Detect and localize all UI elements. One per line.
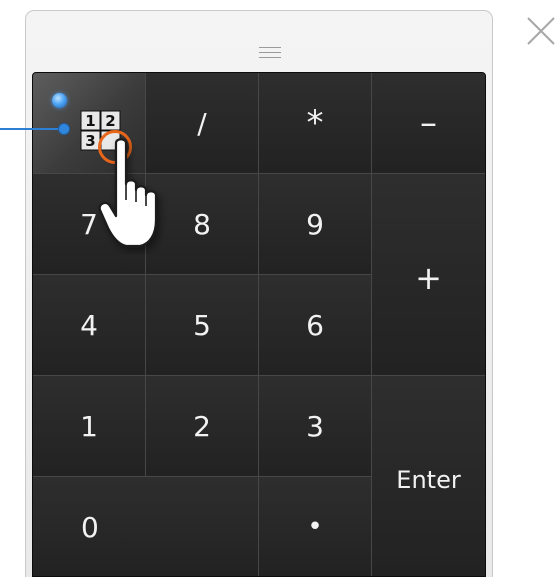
nine-key[interactable]: 9 (259, 174, 372, 275)
numlock-indicator-light (52, 93, 67, 108)
divide-key-label: / (197, 106, 207, 140)
five-key-label: 5 (193, 308, 211, 342)
nine-key-label: 9 (306, 207, 324, 241)
hand-pointer-icon (98, 138, 158, 248)
six-key[interactable]: 6 (259, 275, 372, 376)
five-key[interactable]: 5 (146, 275, 259, 376)
close-icon[interactable] (524, 14, 558, 48)
decimal-key-label: • (307, 512, 323, 542)
numlock-icon-digit-1: 1 (85, 112, 95, 130)
one-key-label: 1 (80, 409, 98, 443)
eight-key-label: 8 (193, 207, 211, 241)
plus-key[interactable]: + (372, 174, 485, 376)
numlock-icon-digit-3: 3 (85, 132, 95, 150)
decimal-key[interactable]: • (259, 477, 372, 576)
callout-dot (58, 123, 70, 135)
minus-key-label: – (420, 103, 437, 143)
one-key[interactable]: 1 (33, 376, 146, 477)
three-key-label: 3 (306, 409, 324, 443)
numlock-icon-digit-2: 2 (105, 112, 115, 130)
zero-key-label: 0 (81, 510, 99, 544)
four-key[interactable]: 4 (33, 275, 146, 376)
two-key-label: 2 (193, 409, 211, 443)
enter-key-label: Enter (396, 466, 461, 494)
drag-grip-icon[interactable] (259, 47, 281, 58)
six-key-label: 6 (306, 308, 324, 342)
numeric-keypad-stage: / * – 7 8 9 + 4 5 6 1 2 3 Enter 0 • 1 2 … (0, 0, 559, 577)
four-key-label: 4 (80, 308, 98, 342)
enter-key[interactable]: Enter (372, 376, 485, 576)
plus-key-label: + (415, 259, 442, 297)
callout-line (0, 128, 60, 130)
multiply-key-label: * (306, 103, 324, 143)
two-key[interactable]: 2 (146, 376, 259, 477)
zero-key[interactable]: 0 (33, 477, 259, 576)
three-key[interactable]: 3 (259, 376, 372, 477)
minus-key[interactable]: – (372, 73, 485, 174)
multiply-key[interactable]: * (259, 73, 372, 174)
